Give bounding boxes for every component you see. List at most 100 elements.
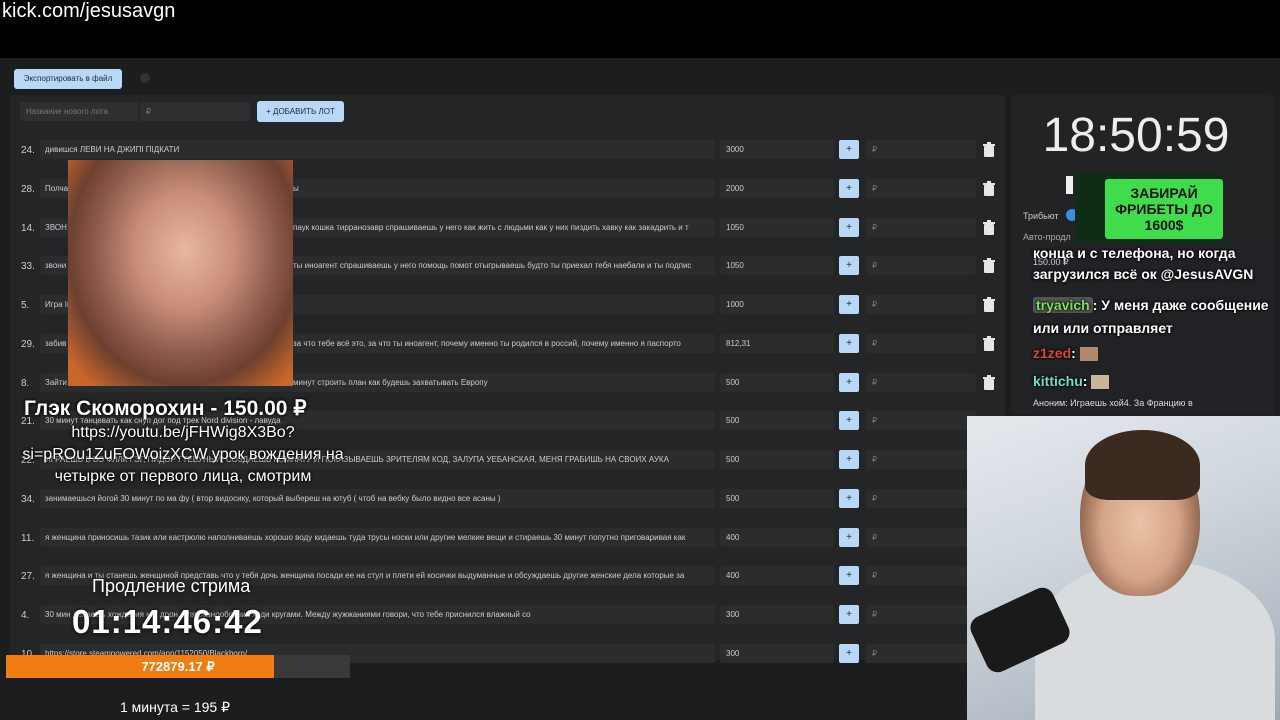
lot-description-input[interactable]: я женщина приносишь тазик или кастрюлю н… xyxy=(40,528,715,547)
auto-extend-label: Авто-продл xyxy=(1023,232,1071,242)
total-amount: 772879.17 ₽ xyxy=(141,659,215,674)
lot-number: 29. xyxy=(21,339,35,350)
add-amount-button[interactable]: + xyxy=(839,179,859,198)
streamer-hair xyxy=(1085,430,1200,500)
new-lot-name-input[interactable]: Название нового лота xyxy=(20,102,138,121)
ad-banner[interactable]: ЗАБИРАЙ ФРИБЕТЫ ДО 1600$ xyxy=(1105,179,1223,239)
lot-add-input[interactable]: ₽ xyxy=(866,644,976,663)
trash-icon[interactable] xyxy=(982,336,996,352)
lot-number: 24. xyxy=(21,145,35,156)
lot-add-input[interactable]: ₽ xyxy=(866,411,976,430)
extension-timer: 01:14:46:42 xyxy=(72,603,263,640)
add-amount-button[interactable]: + xyxy=(839,373,859,392)
clock-marker xyxy=(1066,176,1073,194)
add-amount-button[interactable]: + xyxy=(839,218,859,237)
add-amount-button[interactable]: + xyxy=(839,256,859,275)
add-amount-button[interactable]: + xyxy=(839,140,859,159)
trash-icon[interactable] xyxy=(982,297,996,313)
lot-row: 11. я женщина приносишь тазик или кастрюл… xyxy=(16,526,1004,550)
export-button[interactable]: Экспортировать в файл xyxy=(14,69,122,89)
lot-amount-input[interactable]: 1050 xyxy=(720,218,834,237)
lot-amount-input[interactable]: 300 xyxy=(720,605,834,624)
lot-description-fragment: ы xyxy=(293,179,713,198)
trash-icon[interactable] xyxy=(982,220,996,236)
lot-number: 5. xyxy=(21,300,30,311)
lot-amount-input[interactable]: 1000 xyxy=(720,295,834,314)
lot-add-input[interactable]: ₽ xyxy=(866,218,976,237)
extension-label: Продление стрима xyxy=(92,576,251,596)
lot-row: 34. занимаешься йогой 30 минут по ма фу (… xyxy=(16,487,1004,511)
add-amount-button[interactable]: + xyxy=(839,605,859,624)
lot-description-input[interactable]: занимаешься йогой 30 минут по ма фу ( вт… xyxy=(40,489,715,508)
lot-add-input[interactable]: ₽ xyxy=(866,140,976,159)
chat-line: загрузился всё ок @JesusAVGN xyxy=(1033,266,1254,282)
lot-number: 28. xyxy=(21,184,35,195)
lot-amount-input[interactable]: 3000 xyxy=(720,140,834,159)
chat-message: tryavich: У меня даже сообщение или или … xyxy=(1033,294,1273,340)
lot-number: 34. xyxy=(21,494,35,505)
lot-amount-input[interactable]: 1050 xyxy=(720,256,834,275)
lot-description-fragment: за что тебе всё это, за что ты иноагент,… xyxy=(293,334,713,353)
new-lot-price-input[interactable]: ₽ xyxy=(140,102,250,121)
auction-clock: 18:50:59 xyxy=(1042,109,1230,162)
donor-line: Глэк Скоморохин - 150.00 ₽ xyxy=(24,397,307,420)
lot-amount-input[interactable]: 2000 xyxy=(720,179,834,198)
lot-description-fragment: ты иноагент спрашиваешь у него помощь по… xyxy=(293,256,713,275)
lot-description-fragment: минут строить план как будешь захватыват… xyxy=(293,373,713,392)
emote-icon xyxy=(1079,347,1098,362)
add-amount-button[interactable]: + xyxy=(839,450,859,469)
lot-amount-input[interactable]: 500 xyxy=(720,373,834,392)
lot-number: 14. xyxy=(21,223,35,234)
chat-message: z1zed: xyxy=(1033,345,1098,362)
lot-amount-input[interactable]: 812,31 xyxy=(720,334,834,353)
status-dot xyxy=(140,73,150,83)
add-amount-button[interactable]: + xyxy=(839,566,859,585)
lot-add-input[interactable]: ₽ xyxy=(866,256,976,275)
trash-icon[interactable] xyxy=(982,181,996,197)
lot-add-input[interactable]: ₽ xyxy=(866,373,976,392)
lot-number: 11. xyxy=(21,533,35,544)
donation-message: https://youtu.be/jFHWig8X3Bo?si=pROu1ZuF… xyxy=(22,424,344,485)
lot-amount-input[interactable]: 300 xyxy=(720,644,834,663)
lot-amount-input[interactable]: 500 xyxy=(720,489,834,508)
lot-add-input[interactable]: ₽ xyxy=(866,489,976,508)
lot-amount-input[interactable]: 400 xyxy=(720,528,834,547)
chat-username[interactable]: z1zed xyxy=(1033,345,1071,361)
lot-add-input[interactable]: ₽ xyxy=(866,566,976,585)
add-amount-button[interactable]: + xyxy=(839,489,859,508)
cat-emote-icon xyxy=(1091,375,1110,390)
anon-message: Аноним: Играешь хой4. За Францию в xyxy=(1033,398,1193,408)
lot-number: 8. xyxy=(21,378,30,389)
trash-icon[interactable] xyxy=(982,375,996,391)
lot-number: 27. xyxy=(21,571,35,582)
trash-icon[interactable] xyxy=(982,258,996,274)
add-amount-button[interactable]: + xyxy=(839,644,859,663)
stream-url: kick.com/jesusavgn xyxy=(2,0,176,22)
lot-add-input[interactable]: ₽ xyxy=(866,528,976,547)
lot-description-input[interactable]: дивишся ЛЕВИ НА ДЖИПІ ПІДКАТИ xyxy=(40,140,715,159)
lot-amount-input[interactable]: 500 xyxy=(720,411,834,430)
lot-amount-input[interactable]: 400 xyxy=(720,566,834,585)
lot-add-input[interactable]: ₽ xyxy=(866,450,976,469)
lot-description-fragment: паук кошка тирранозавр спрашиваешь у нег… xyxy=(293,218,713,237)
lot-amount-input[interactable]: 500 xyxy=(720,450,834,469)
lot-number: 33. xyxy=(21,261,35,272)
lot-add-input[interactable]: ₽ xyxy=(866,605,976,624)
tribute-label: Трибьют xyxy=(1023,211,1059,221)
donor-webcam-image xyxy=(68,160,293,386)
trash-icon[interactable] xyxy=(982,142,996,158)
add-amount-button[interactable]: + xyxy=(839,295,859,314)
add-amount-button[interactable]: + xyxy=(839,411,859,430)
chat-text: : xyxy=(1071,345,1076,361)
lot-add-input[interactable]: ₽ xyxy=(866,179,976,198)
chat-username[interactable]: tryavich xyxy=(1033,297,1093,313)
lot-add-input[interactable]: ₽ xyxy=(866,295,976,314)
add-lot-button[interactable]: + ДОБАВИТЬ ЛОТ xyxy=(257,101,344,122)
lot-add-input[interactable]: ₽ xyxy=(866,334,976,353)
add-amount-button[interactable]: + xyxy=(839,334,859,353)
add-amount-button[interactable]: + xyxy=(839,528,859,547)
chat-text: : xyxy=(1082,373,1088,389)
lot-number: 4. xyxy=(21,610,30,621)
chat-username[interactable]: kittichu xyxy=(1033,373,1083,389)
lot-row: 24. дивишся ЛЕВИ НА ДЖИПІ ПІДКАТИ 3000 + ₽ xyxy=(16,138,1004,162)
